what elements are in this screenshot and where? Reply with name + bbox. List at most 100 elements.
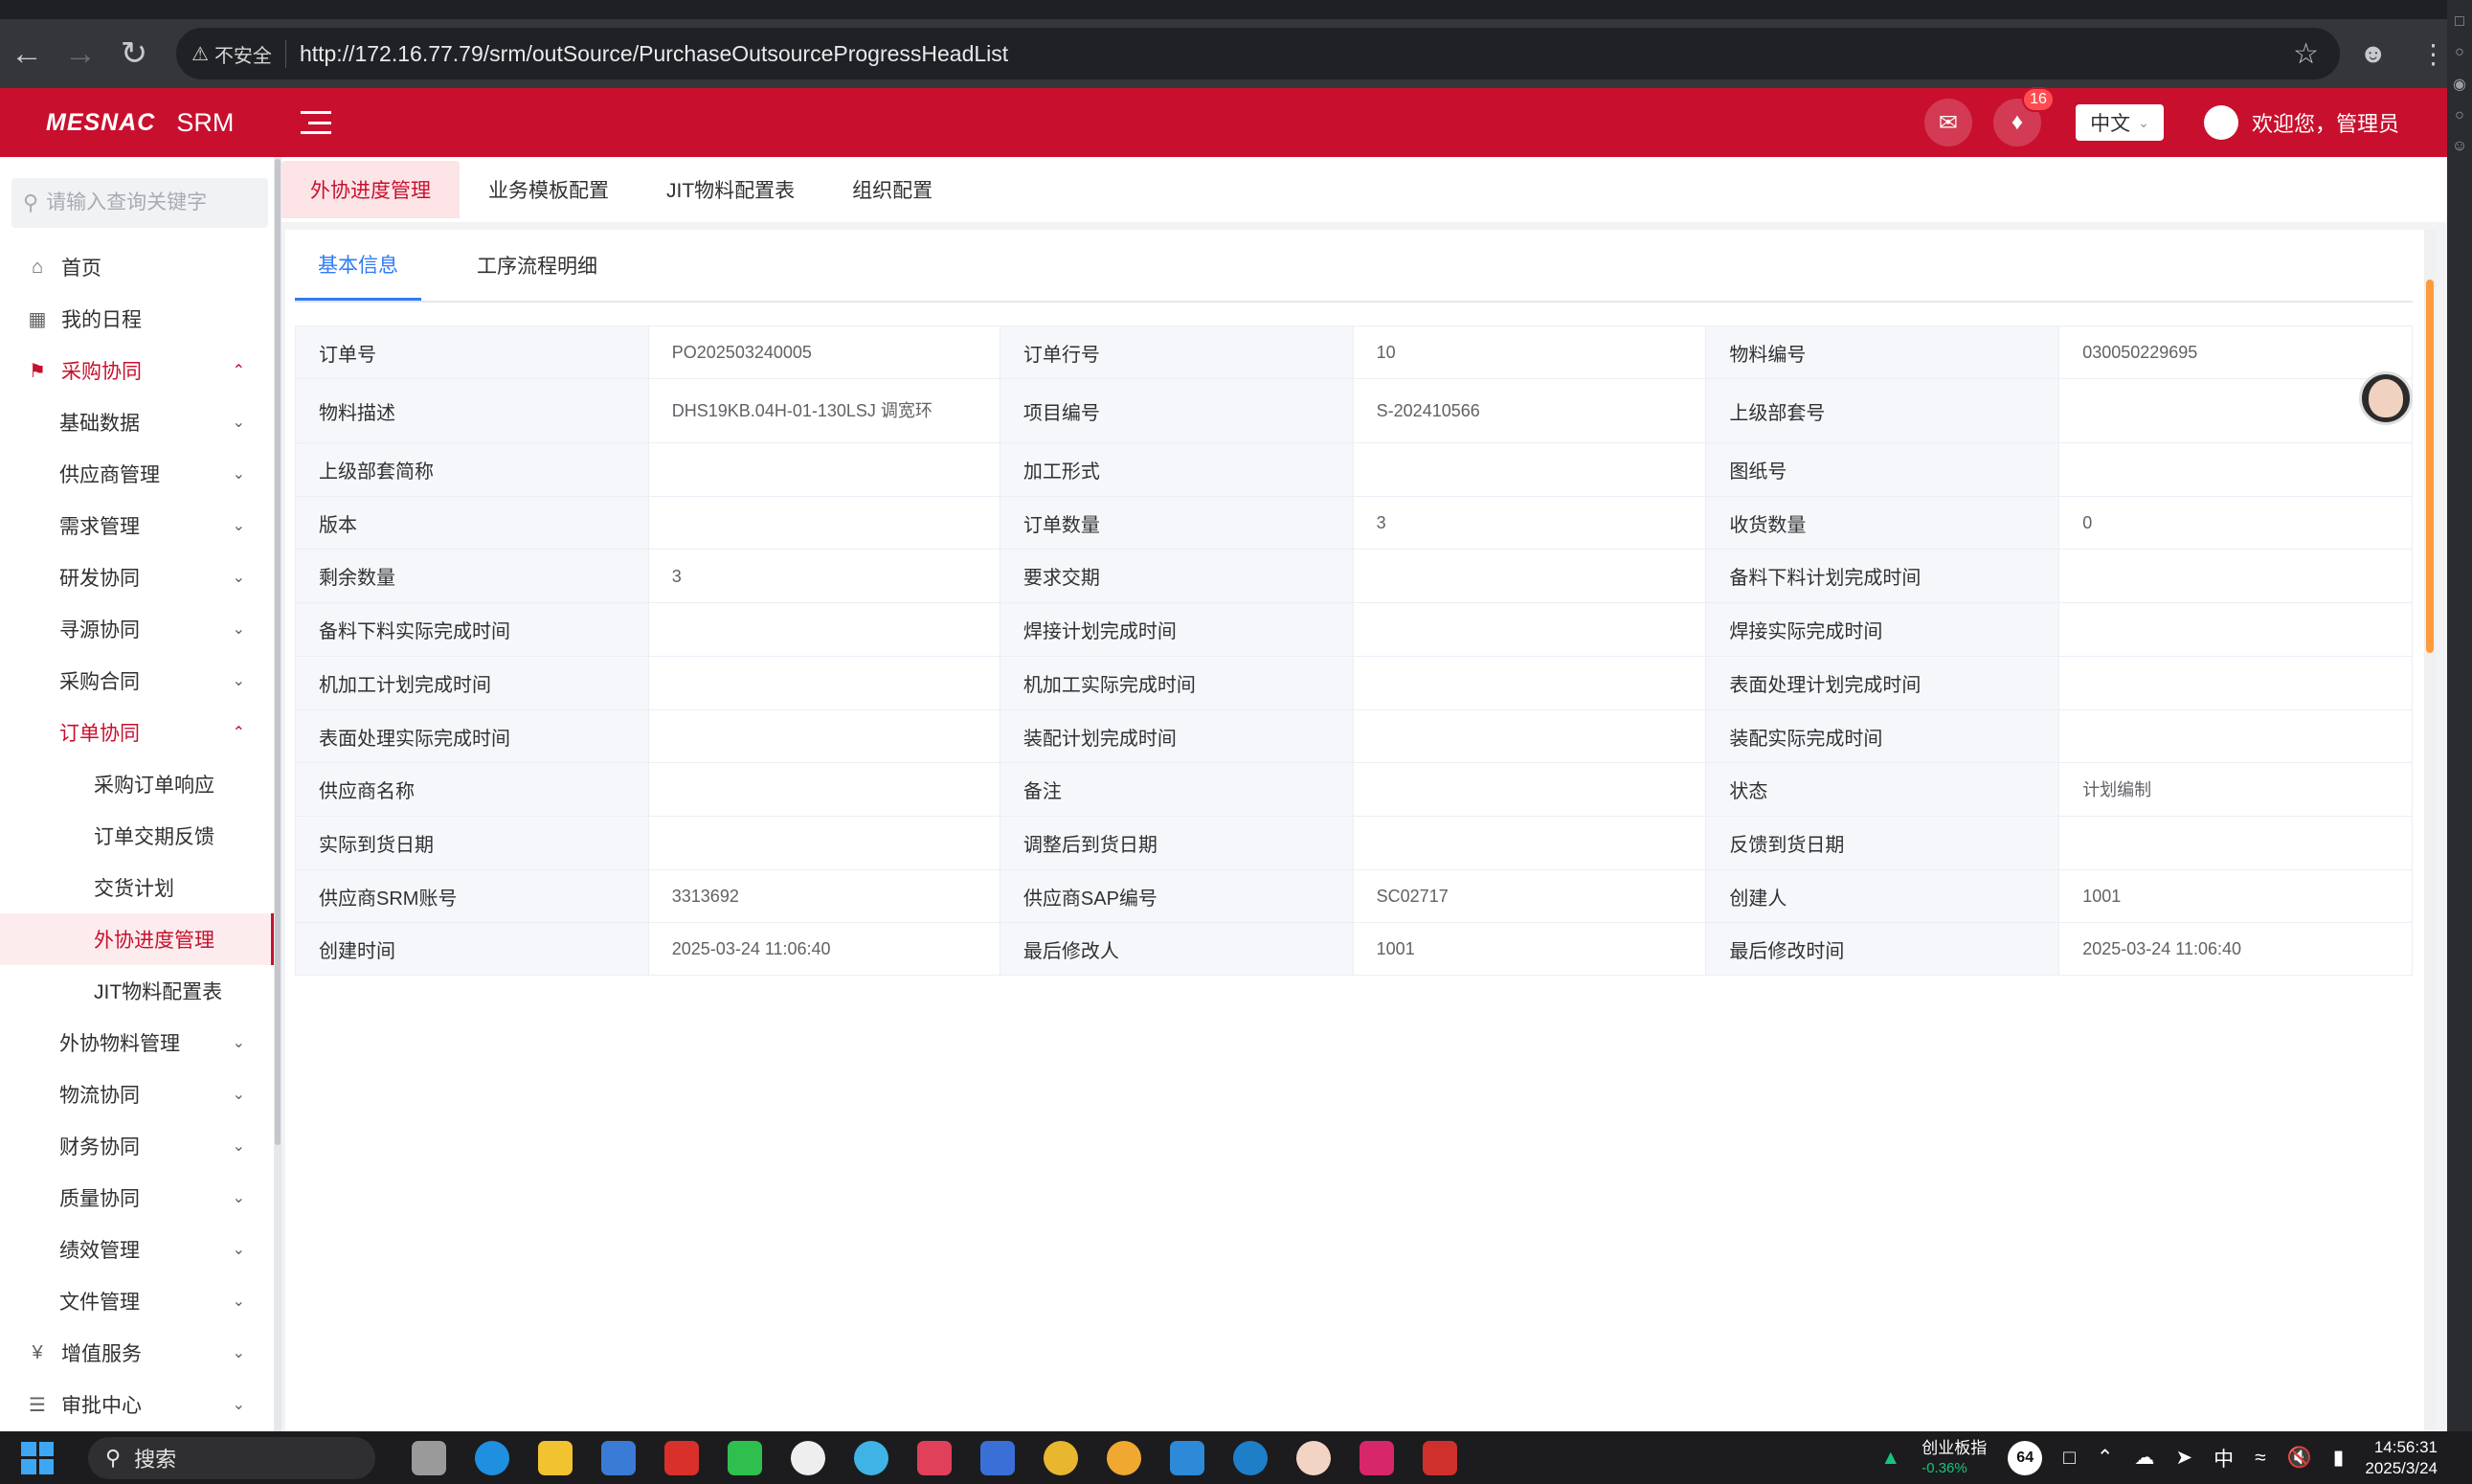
reload-button[interactable]: ↻ — [107, 27, 161, 80]
field-value: PO202503240005 — [647, 326, 1000, 379]
sidebar-scrollbar[interactable] — [274, 157, 281, 1431]
sidebar-item[interactable]: ⌂ 首页 — [0, 241, 274, 293]
side-panel-icon[interactable]: □ — [2447, 13, 2472, 31]
language-select[interactable]: 中文 ⌄ — [2075, 104, 2164, 141]
side-panel-icon[interactable]: ◉ — [2447, 75, 2472, 94]
sidebar-item[interactable]: 绩效管理 ⌄ — [0, 1224, 274, 1275]
app-icon[interactable] — [917, 1440, 952, 1475]
notification-button[interactable]: ♦ 16 — [1992, 87, 2055, 146]
calendar-icon: ▦ — [28, 308, 47, 330]
wps-icon[interactable] — [664, 1440, 699, 1475]
send-icon[interactable]: ➤ — [2176, 1446, 2193, 1470]
page-tab[interactable]: 组织配置 — [823, 161, 961, 218]
sidebar-item[interactable]: 外协进度管理 — [0, 913, 274, 965]
sidebar-item[interactable]: 订单协同 ⌃ — [0, 707, 274, 758]
app-icon[interactable] — [854, 1440, 888, 1475]
field-value — [2058, 602, 2413, 657]
page-tab[interactable]: JIT物料配置表 — [638, 161, 823, 218]
detail-tab[interactable]: 基本信息 — [295, 230, 421, 301]
assistant-avatar[interactable] — [2359, 371, 2413, 425]
screenshot-tool-icon[interactable]: □ — [2063, 1447, 2076, 1470]
field-label: 调整后到货日期 — [999, 816, 1354, 870]
sidebar-item[interactable]: 采购订单响应 — [0, 758, 274, 810]
qq-icon[interactable] — [791, 1440, 825, 1475]
forward-button[interactable]: → — [54, 27, 107, 80]
field-value — [647, 762, 1000, 817]
message-button[interactable]: ✉ — [1923, 99, 1972, 146]
wifi-icon[interactable]: ≈ — [2255, 1447, 2266, 1470]
wechat-icon[interactable] — [728, 1440, 762, 1475]
chevron-down-icon: ⌄ — [232, 1293, 245, 1310]
sidebar-item[interactable]: JIT物料配置表 — [0, 965, 274, 1017]
sidebar-item-label: 增值服务 — [61, 1343, 142, 1365]
app-icon[interactable] — [1296, 1440, 1331, 1475]
sidebar-search-input[interactable] — [46, 191, 238, 214]
yen-icon: ¥ — [32, 1341, 43, 1363]
brand-logo[interactable]: MESNAC — [46, 109, 155, 137]
sidebar-item[interactable]: 供应商管理 ⌄ — [0, 448, 274, 500]
battery-icon[interactable]: ▮ — [2333, 1446, 2345, 1470]
security-indicator[interactable]: ⚠ 不安全 — [191, 39, 286, 68]
url-text[interactable]: http://172.16.77.79/srm/outSource/Purcha… — [300, 41, 2293, 67]
app-icon[interactable] — [980, 1440, 1015, 1475]
sidebar-item[interactable]: 物流协同 ⌄ — [0, 1068, 274, 1120]
sidebar-item[interactable]: 文件管理 ⌄ — [0, 1275, 274, 1327]
field-value — [1352, 656, 1707, 710]
avatar[interactable] — [2203, 105, 2238, 140]
page-tab[interactable]: 外协进度管理 — [281, 161, 460, 218]
side-panel-icon[interactable]: ○ — [2447, 44, 2472, 61]
store-icon[interactable] — [601, 1440, 636, 1475]
table-row: 订单号 PO202503240005 订单行号 10 物料编号 030050229695 — [295, 326, 2413, 379]
side-panel-icon[interactable]: ☺ — [2447, 138, 2472, 155]
sidebar-search[interactable]: ⚲ — [11, 178, 268, 228]
sidebar-item[interactable]: ¥ 增值服务 ⌄ — [0, 1327, 274, 1379]
sidebar-item-label: 交货计划 — [94, 878, 174, 900]
sidebar-item[interactable]: 基础数据 ⌄ — [0, 396, 274, 448]
file-explorer-icon[interactable] — [538, 1440, 573, 1475]
sidebar-item[interactable]: 采购合同 ⌄ — [0, 655, 274, 707]
address-bar[interactable]: ⚠ 不安全 http://172.16.77.79/srm/outSource/… — [176, 28, 2340, 79]
volume-muted-icon[interactable]: 🔇 — [2287, 1447, 2312, 1470]
cloud-icon[interactable]: ☁ — [2135, 1446, 2155, 1470]
ime-indicator[interactable]: 中 — [2214, 1444, 2234, 1473]
system-clock[interactable]: 14:56:31 2025/3/24 — [2365, 1437, 2438, 1479]
field-label: 订单行号 — [999, 326, 1354, 379]
photos-icon[interactable] — [1170, 1440, 1204, 1475]
field-value — [2058, 709, 2413, 763]
sidebar-item[interactable]: 订单交期反馈 — [0, 810, 274, 862]
page-tab[interactable]: 业务模板配置 — [460, 161, 638, 218]
chevron-up-icon[interactable]: ⌃ — [2097, 1446, 2114, 1470]
sidebar-item[interactable]: ⚑ 采购协同 ⌃ — [0, 345, 274, 396]
menu-toggle-icon[interactable] — [301, 111, 332, 134]
detail-tab[interactable]: 工序流程明细 — [454, 230, 620, 301]
back-button[interactable]: ← — [0, 27, 54, 80]
sidebar-item[interactable]: 财务协同 ⌄ — [0, 1120, 274, 1172]
edge-icon[interactable] — [475, 1440, 509, 1475]
field-value — [2058, 656, 2413, 710]
app-icon[interactable] — [1107, 1440, 1141, 1475]
sidebar-item[interactable]: 质量协同 ⌄ — [0, 1172, 274, 1224]
side-panel-icon[interactable]: ○ — [2447, 107, 2472, 124]
app-icon[interactable] — [1423, 1440, 1457, 1475]
bookmark-star-icon[interactable]: ☆ — [2293, 37, 2319, 71]
field-label: 供应商名称 — [295, 762, 649, 817]
windows-start-icon[interactable] — [21, 1441, 54, 1474]
more-menu-icon[interactable]: ⋮ — [2419, 38, 2446, 70]
stock-widget[interactable]: 创业板指 -0.36% — [1921, 1438, 1987, 1478]
table-row: 创建时间 2025-03-24 11:06:40 最后修改人 1001 最后修改时间 20… — [295, 922, 2413, 976]
edge-icon[interactable] — [1233, 1440, 1268, 1475]
taskbar-search[interactable]: ⚲ 搜索 — [88, 1436, 375, 1479]
sidebar-item[interactable]: 需求管理 ⌄ — [0, 500, 274, 551]
content-scrollbar[interactable] — [2424, 230, 2436, 1431]
sidebar-item[interactable]: 交货计划 — [0, 862, 274, 913]
sidebar-item[interactable]: 研发协同 ⌄ — [0, 551, 274, 603]
sidebar-item[interactable]: ☰ 审批中心 ⌄ — [0, 1379, 274, 1430]
welcome-text[interactable]: 欢迎您，管理员 — [2252, 107, 2399, 138]
profile-icon[interactable]: ☻ — [2359, 38, 2387, 69]
sidebar-item[interactable]: 外协物料管理 ⌄ — [0, 1017, 274, 1068]
app-icon[interactable] — [1360, 1440, 1394, 1475]
task-view-icon[interactable] — [412, 1440, 446, 1475]
sidebar-item[interactable]: ▦ 我的日程 — [0, 293, 274, 345]
chrome-icon[interactable] — [1044, 1440, 1078, 1475]
sidebar-item[interactable]: 寻源协同 ⌄ — [0, 603, 274, 655]
